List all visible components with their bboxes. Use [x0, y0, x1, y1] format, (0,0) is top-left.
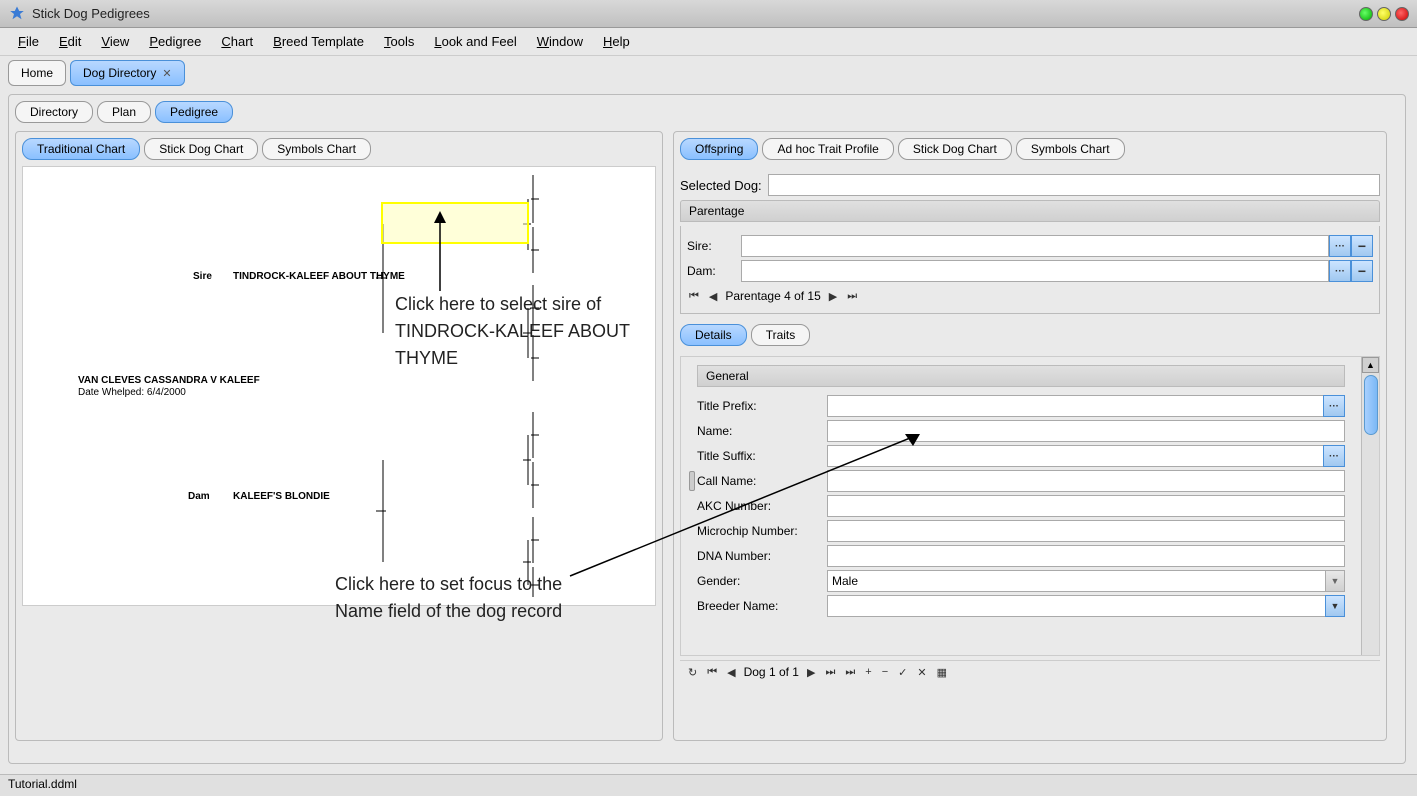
tab-adhoc-trait[interactable]: Ad hoc Trait Profile [762, 138, 893, 160]
nav-next-icon[interactable]: ▶ [827, 290, 839, 303]
title-prefix-browse-button[interactable]: ··· [1323, 395, 1345, 417]
menu-tools[interactable]: Tools [374, 30, 424, 53]
scroll-thumb[interactable] [1364, 375, 1378, 435]
rec-first-icon[interactable]: ⏮ [705, 666, 719, 679]
sire-name[interactable]: TINDROCK-KALEEF ABOUT THYME [233, 271, 405, 282]
record-position: Dog 1 of 1 [744, 665, 799, 679]
menu-view[interactable]: View [91, 30, 139, 53]
rec-next-icon[interactable]: ▶ [805, 666, 817, 679]
menu-file[interactable]: File [8, 30, 49, 53]
subject-name[interactable]: VAN CLEVES CASSANDRA V KALEEF [78, 375, 260, 386]
menu-chart[interactable]: Chart [211, 30, 263, 53]
dam-field-label: Dam: [687, 264, 735, 278]
sire-field-label: Sire: [687, 239, 735, 253]
rec-remove-icon[interactable]: − [880, 666, 890, 678]
app-icon [8, 5, 26, 23]
tab-symbols-right[interactable]: Symbols Chart [1016, 138, 1125, 160]
scrollbar[interactable]: ▲ [1361, 357, 1379, 655]
tab-details[interactable]: Details [680, 324, 747, 346]
title-prefix-input[interactable] [827, 395, 1323, 417]
menubar: File Edit View Pedigree Chart Breed Temp… [0, 28, 1417, 56]
chart-panel: Traditional Chart Stick Dog Chart Symbol… [15, 131, 663, 741]
gender-dropdown-button[interactable]: ▼ [1325, 570, 1345, 592]
dam-name[interactable]: KALEEF'S BLONDIE [233, 491, 330, 502]
close-button[interactable] [1395, 7, 1409, 21]
breeder-input[interactable] [827, 595, 1325, 617]
right-tabs: Offspring Ad hoc Trait Profile Stick Dog… [680, 138, 1380, 160]
titlebar: Stick Dog Pedigrees [0, 0, 1417, 28]
general-header: General [697, 365, 1345, 387]
menu-help[interactable]: Help [593, 30, 640, 53]
detail-tabs: Details Traits [680, 324, 1380, 346]
dam-clear-button[interactable]: − [1351, 260, 1373, 282]
breeder-label: Breeder Name: [697, 599, 827, 613]
rec-commit-icon[interactable]: ✓ [896, 666, 909, 679]
tab-home[interactable]: Home [8, 60, 66, 86]
arrow-up-icon [430, 211, 450, 291]
splitter-handle[interactable] [689, 471, 695, 491]
rec-prev-icon[interactable]: ◀ [725, 666, 737, 679]
sire-label: Sire [193, 271, 212, 282]
pedigree-chart[interactable]: Sire TINDROCK-KALEEF ABOUT THYME VAN CLE… [22, 166, 656, 606]
tab-stick-dog-right[interactable]: Stick Dog Chart [898, 138, 1012, 160]
menu-pedigree[interactable]: Pedigree [139, 30, 211, 53]
rec-last-icon[interactable]: ⏭ [823, 666, 837, 679]
tab-plan[interactable]: Plan [97, 101, 151, 123]
dam-field[interactable] [741, 260, 1329, 282]
tab-symbols-chart[interactable]: Symbols Chart [262, 138, 371, 160]
rec-refresh-icon[interactable]: ↻ [686, 666, 699, 679]
menu-breed-template[interactable]: Breed Template [263, 30, 374, 53]
menu-window[interactable]: Window [527, 30, 593, 53]
selected-dog-input[interactable] [768, 174, 1380, 196]
close-icon[interactable]: ✕ [162, 67, 171, 80]
parentage-position: Parentage 4 of 15 [725, 289, 820, 303]
rec-end-icon[interactable]: ⏭ [843, 666, 857, 679]
menu-edit[interactable]: Edit [49, 30, 91, 53]
parentage-header: Parentage [680, 200, 1380, 222]
nav-first-icon[interactable]: ⏮ [687, 290, 701, 303]
statusbar: Tutorial.ddml [0, 774, 1417, 796]
dam-label: Dam [188, 491, 210, 502]
rec-cancel-icon[interactable]: ✕ [915, 666, 928, 679]
tab-traditional-chart[interactable]: Traditional Chart [22, 138, 140, 160]
annotation-name: Click here to set focus to the Name fiel… [335, 571, 585, 625]
selected-dog-label: Selected Dog: [680, 178, 762, 193]
tab-stick-dog-chart[interactable]: Stick Dog Chart [144, 138, 258, 160]
status-file: Tutorial.ddml [8, 777, 77, 791]
subject-whelped: Date Whelped: 6/4/2000 [78, 387, 186, 398]
tab-offspring[interactable]: Offspring [680, 138, 758, 160]
dam-browse-button[interactable]: ··· [1329, 260, 1351, 282]
chart-type-tabs: Traditional Chart Stick Dog Chart Symbol… [22, 138, 656, 160]
menu-look-feel[interactable]: Look and Feel [424, 30, 526, 53]
breeder-dropdown-button[interactable]: ▼ [1325, 595, 1345, 617]
rec-add-icon[interactable]: + [863, 666, 873, 678]
tab-dog-directory[interactable]: Dog Directory ✕ [70, 60, 185, 86]
tab-directory[interactable]: Directory [15, 101, 93, 123]
main-panel: Directory Plan Pedigree Traditional Char… [8, 94, 1406, 764]
nav-prev-icon[interactable]: ◀ [707, 290, 719, 303]
sire-browse-button[interactable]: ··· [1329, 235, 1351, 257]
tab-pedigree[interactable]: Pedigree [155, 101, 233, 123]
sire-grandparent-slot[interactable] [381, 202, 529, 244]
scroll-up-icon[interactable]: ▲ [1362, 357, 1379, 373]
tab-traits[interactable]: Traits [751, 324, 811, 346]
nav-last-icon[interactable]: ⏭ [845, 290, 859, 303]
title-prefix-label: Title Prefix: [697, 399, 827, 413]
sire-field[interactable] [741, 235, 1329, 257]
sire-clear-button[interactable]: − [1351, 235, 1373, 257]
title-suffix-browse-button[interactable]: ··· [1323, 445, 1345, 467]
app-title: Stick Dog Pedigrees [32, 6, 1359, 21]
window-controls [1359, 7, 1409, 21]
directory-tabs: Directory Plan Pedigree [15, 101, 1399, 123]
arrow-diagonal-icon [565, 431, 925, 581]
page-tabs: Home Dog Directory ✕ [0, 56, 1417, 86]
minimize-button[interactable] [1359, 7, 1373, 21]
maximize-button[interactable] [1377, 7, 1391, 21]
annotation-sire: Click here to select sire of TINDROCK-KA… [395, 291, 645, 372]
rec-grid-icon[interactable]: ▦ [935, 666, 949, 679]
